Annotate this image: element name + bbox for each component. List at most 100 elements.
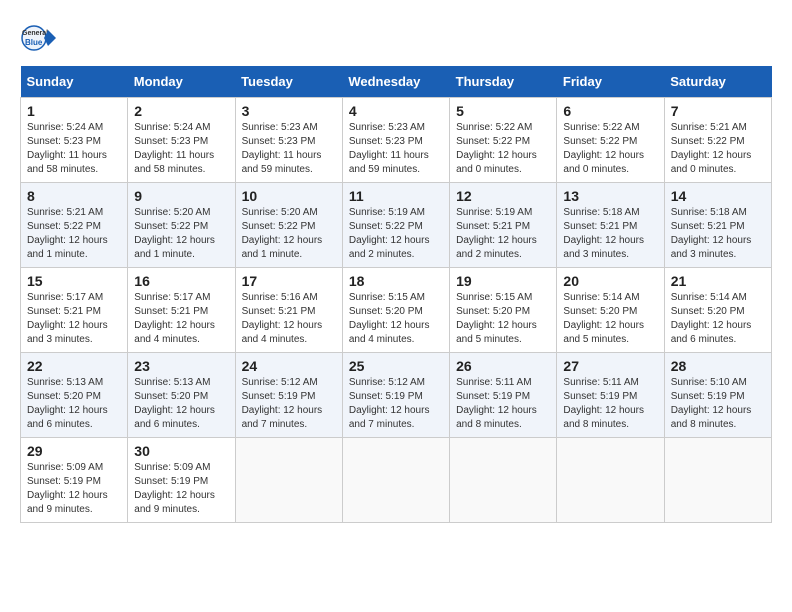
day-number: 4 [349, 103, 443, 119]
header-friday: Friday [557, 66, 664, 98]
day-number: 15 [27, 273, 121, 289]
day-number: 17 [242, 273, 336, 289]
day-number: 21 [671, 273, 765, 289]
calendar-cell [342, 438, 449, 523]
day-number: 28 [671, 358, 765, 374]
day-number: 19 [456, 273, 550, 289]
day-info: Sunrise: 5:15 AM Sunset: 5:20 PM Dayligh… [349, 291, 443, 347]
day-number: 25 [349, 358, 443, 374]
day-number: 10 [242, 188, 336, 204]
calendar-cell [557, 438, 664, 523]
calendar-cell: 23 Sunrise: 5:13 AM Sunset: 5:20 PM Dayl… [128, 353, 235, 438]
day-info: Sunrise: 5:16 AM Sunset: 5:21 PM Dayligh… [242, 291, 336, 347]
calendar-cell: 22 Sunrise: 5:13 AM Sunset: 5:20 PM Dayl… [21, 353, 128, 438]
day-number: 16 [134, 273, 228, 289]
header-saturday: Saturday [664, 66, 771, 98]
day-info: Sunrise: 5:11 AM Sunset: 5:19 PM Dayligh… [456, 376, 550, 432]
day-info: Sunrise: 5:14 AM Sunset: 5:20 PM Dayligh… [671, 291, 765, 347]
day-number: 14 [671, 188, 765, 204]
calendar-cell: 5 Sunrise: 5:22 AM Sunset: 5:22 PM Dayli… [450, 98, 557, 183]
calendar-cell: 2 Sunrise: 5:24 AM Sunset: 5:23 PM Dayli… [128, 98, 235, 183]
day-info: Sunrise: 5:19 AM Sunset: 5:21 PM Dayligh… [456, 206, 550, 262]
day-number: 29 [27, 443, 121, 459]
day-info: Sunrise: 5:19 AM Sunset: 5:22 PM Dayligh… [349, 206, 443, 262]
day-info: Sunrise: 5:23 AM Sunset: 5:23 PM Dayligh… [242, 121, 336, 177]
day-number: 3 [242, 103, 336, 119]
day-number: 11 [349, 188, 443, 204]
day-number: 30 [134, 443, 228, 459]
day-info: Sunrise: 5:21 AM Sunset: 5:22 PM Dayligh… [671, 121, 765, 177]
calendar-cell: 6 Sunrise: 5:22 AM Sunset: 5:22 PM Dayli… [557, 98, 664, 183]
calendar-cell: 13 Sunrise: 5:18 AM Sunset: 5:21 PM Dayl… [557, 183, 664, 268]
day-info: Sunrise: 5:23 AM Sunset: 5:23 PM Dayligh… [349, 121, 443, 177]
calendar-cell: 25 Sunrise: 5:12 AM Sunset: 5:19 PM Dayl… [342, 353, 449, 438]
header-thursday: Thursday [450, 66, 557, 98]
header-sunday: Sunday [21, 66, 128, 98]
weekday-header-row: Sunday Monday Tuesday Wednesday Thursday… [21, 66, 772, 98]
svg-text:Blue: Blue [25, 38, 43, 47]
logo-graphic: General Blue [20, 20, 56, 56]
calendar-row: 1 Sunrise: 5:24 AM Sunset: 5:23 PM Dayli… [21, 98, 772, 183]
day-info: Sunrise: 5:24 AM Sunset: 5:23 PM Dayligh… [27, 121, 121, 177]
calendar-cell: 4 Sunrise: 5:23 AM Sunset: 5:23 PM Dayli… [342, 98, 449, 183]
calendar-cell: 14 Sunrise: 5:18 AM Sunset: 5:21 PM Dayl… [664, 183, 771, 268]
day-number: 20 [563, 273, 657, 289]
day-number: 6 [563, 103, 657, 119]
header-wednesday: Wednesday [342, 66, 449, 98]
header-monday: Monday [128, 66, 235, 98]
calendar-cell: 27 Sunrise: 5:11 AM Sunset: 5:19 PM Dayl… [557, 353, 664, 438]
day-number: 2 [134, 103, 228, 119]
calendar-row: 22 Sunrise: 5:13 AM Sunset: 5:20 PM Dayl… [21, 353, 772, 438]
day-info: Sunrise: 5:24 AM Sunset: 5:23 PM Dayligh… [134, 121, 228, 177]
calendar-cell: 17 Sunrise: 5:16 AM Sunset: 5:21 PM Dayl… [235, 268, 342, 353]
day-number: 22 [27, 358, 121, 374]
day-number: 9 [134, 188, 228, 204]
calendar-cell: 24 Sunrise: 5:12 AM Sunset: 5:19 PM Dayl… [235, 353, 342, 438]
calendar-cell: 26 Sunrise: 5:11 AM Sunset: 5:19 PM Dayl… [450, 353, 557, 438]
day-info: Sunrise: 5:22 AM Sunset: 5:22 PM Dayligh… [456, 121, 550, 177]
calendar-cell: 10 Sunrise: 5:20 AM Sunset: 5:22 PM Dayl… [235, 183, 342, 268]
calendar-cell: 29 Sunrise: 5:09 AM Sunset: 5:19 PM Dayl… [21, 438, 128, 523]
calendar-cell: 7 Sunrise: 5:21 AM Sunset: 5:22 PM Dayli… [664, 98, 771, 183]
day-info: Sunrise: 5:12 AM Sunset: 5:19 PM Dayligh… [242, 376, 336, 432]
calendar-cell: 28 Sunrise: 5:10 AM Sunset: 5:19 PM Dayl… [664, 353, 771, 438]
calendar-row: 15 Sunrise: 5:17 AM Sunset: 5:21 PM Dayl… [21, 268, 772, 353]
day-info: Sunrise: 5:20 AM Sunset: 5:22 PM Dayligh… [134, 206, 228, 262]
calendar-cell: 30 Sunrise: 5:09 AM Sunset: 5:19 PM Dayl… [128, 438, 235, 523]
page-header: General Blue [20, 20, 772, 56]
day-number: 23 [134, 358, 228, 374]
day-info: Sunrise: 5:17 AM Sunset: 5:21 PM Dayligh… [27, 291, 121, 347]
calendar-cell: 18 Sunrise: 5:15 AM Sunset: 5:20 PM Dayl… [342, 268, 449, 353]
calendar-cell: 8 Sunrise: 5:21 AM Sunset: 5:22 PM Dayli… [21, 183, 128, 268]
day-info: Sunrise: 5:10 AM Sunset: 5:19 PM Dayligh… [671, 376, 765, 432]
logo: General Blue [20, 20, 56, 56]
day-number: 24 [242, 358, 336, 374]
calendar-cell: 11 Sunrise: 5:19 AM Sunset: 5:22 PM Dayl… [342, 183, 449, 268]
day-info: Sunrise: 5:11 AM Sunset: 5:19 PM Dayligh… [563, 376, 657, 432]
calendar-table: Sunday Monday Tuesday Wednesday Thursday… [20, 66, 772, 523]
calendar-row: 8 Sunrise: 5:21 AM Sunset: 5:22 PM Dayli… [21, 183, 772, 268]
calendar-cell: 16 Sunrise: 5:17 AM Sunset: 5:21 PM Dayl… [128, 268, 235, 353]
day-info: Sunrise: 5:14 AM Sunset: 5:20 PM Dayligh… [563, 291, 657, 347]
header-tuesday: Tuesday [235, 66, 342, 98]
day-info: Sunrise: 5:13 AM Sunset: 5:20 PM Dayligh… [134, 376, 228, 432]
day-info: Sunrise: 5:18 AM Sunset: 5:21 PM Dayligh… [563, 206, 657, 262]
day-info: Sunrise: 5:20 AM Sunset: 5:22 PM Dayligh… [242, 206, 336, 262]
day-info: Sunrise: 5:15 AM Sunset: 5:20 PM Dayligh… [456, 291, 550, 347]
day-number: 8 [27, 188, 121, 204]
day-number: 13 [563, 188, 657, 204]
calendar-cell: 9 Sunrise: 5:20 AM Sunset: 5:22 PM Dayli… [128, 183, 235, 268]
day-number: 27 [563, 358, 657, 374]
day-info: Sunrise: 5:18 AM Sunset: 5:21 PM Dayligh… [671, 206, 765, 262]
day-number: 26 [456, 358, 550, 374]
day-info: Sunrise: 5:13 AM Sunset: 5:20 PM Dayligh… [27, 376, 121, 432]
day-info: Sunrise: 5:22 AM Sunset: 5:22 PM Dayligh… [563, 121, 657, 177]
calendar-cell: 12 Sunrise: 5:19 AM Sunset: 5:21 PM Dayl… [450, 183, 557, 268]
logo-container: General Blue [20, 20, 56, 56]
calendar-cell: 3 Sunrise: 5:23 AM Sunset: 5:23 PM Dayli… [235, 98, 342, 183]
calendar-cell: 15 Sunrise: 5:17 AM Sunset: 5:21 PM Dayl… [21, 268, 128, 353]
calendar-cell [450, 438, 557, 523]
calendar-cell: 21 Sunrise: 5:14 AM Sunset: 5:20 PM Dayl… [664, 268, 771, 353]
calendar-cell: 1 Sunrise: 5:24 AM Sunset: 5:23 PM Dayli… [21, 98, 128, 183]
day-number: 1 [27, 103, 121, 119]
